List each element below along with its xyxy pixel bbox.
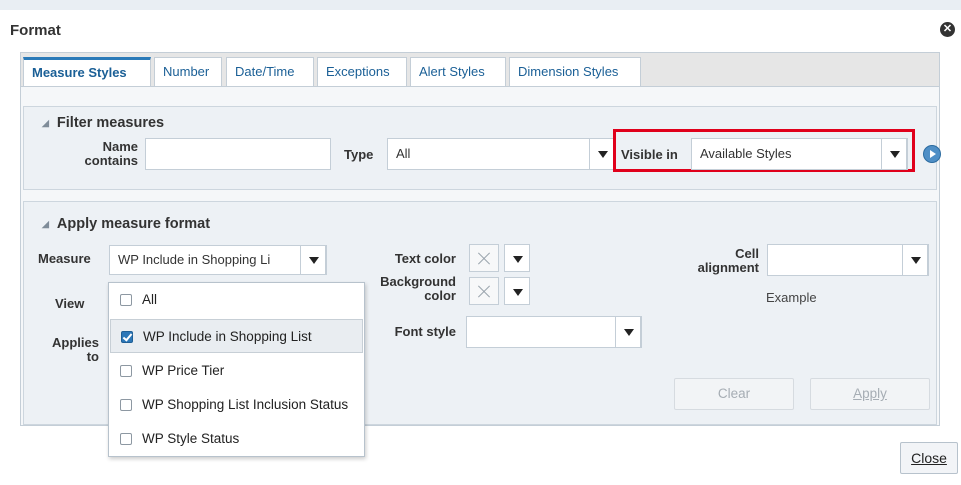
applies-label-line2: to: [86, 349, 99, 364]
tab-alert-styles[interactable]: Alert Styles: [410, 57, 506, 87]
chevron-down-icon[interactable]: [504, 277, 530, 305]
measure-option-style-status[interactable]: WP Style Status: [110, 422, 363, 456]
chevron-down-icon[interactable]: [504, 244, 530, 272]
visible-in-value: Available Styles: [700, 146, 792, 161]
visible-in-label: Visible in: [621, 147, 678, 162]
apply-heading-row[interactable]: ◢ Apply measure format: [42, 216, 210, 232]
option-label: WP Price Tier: [142, 363, 225, 378]
measure-value: WP Include in Shopping Li: [118, 252, 271, 267]
chevron-down-icon[interactable]: [902, 244, 928, 276]
measure-option-shopping-list-inclusion[interactable]: WP Shopping List Inclusion Status: [110, 388, 363, 422]
font-style-select[interactable]: [466, 316, 642, 348]
measure-option-all[interactable]: All: [110, 283, 363, 317]
bg-label-line1: Background: [380, 274, 456, 289]
type-label: Type: [344, 147, 374, 162]
chevron-down-icon[interactable]: [615, 316, 641, 348]
name-contains-label: Name contains: [74, 140, 138, 168]
measure-label: Measure: [38, 251, 91, 266]
top-strip: [0, 0, 961, 10]
text-color-label: Text color: [394, 251, 456, 266]
option-label: WP Include in Shopping List: [143, 329, 312, 344]
tab-bar: Measure Styles Number Date/Time Exceptio…: [20, 52, 940, 87]
cell-label-line1: Cell: [735, 246, 759, 261]
tab-dimension-styles[interactable]: Dimension Styles: [509, 57, 641, 87]
measure-select[interactable]: WP Include in Shopping Li: [109, 245, 327, 275]
applies-label-line1: Applies: [52, 335, 99, 350]
checkbox[interactable]: [120, 294, 132, 306]
background-color-swatch[interactable]: [469, 277, 499, 305]
chevron-down-icon[interactable]: [589, 138, 615, 170]
play-circle-icon[interactable]: [923, 145, 941, 163]
background-color-label: Background color: [368, 275, 456, 303]
tab-number[interactable]: Number: [154, 57, 222, 87]
text-color-swatch[interactable]: [469, 244, 499, 272]
font-style-label: Font style: [394, 324, 456, 339]
name-label-line1: Name: [102, 139, 138, 154]
dialog-title: Format: [10, 22, 61, 39]
filter-heading-row[interactable]: ◢ Filter measures: [42, 115, 164, 131]
measure-dropdown-list: All WP Include in Shopping List WP Price…: [108, 282, 365, 457]
example-label: Example: [766, 290, 817, 305]
option-label: All: [142, 292, 158, 307]
option-label: WP Style Status: [142, 431, 240, 446]
close-button-label: Close: [911, 450, 947, 466]
dialog-titlebar: Format ✕: [0, 10, 961, 48]
cell-alignment-select[interactable]: [767, 244, 929, 276]
checkbox[interactable]: [120, 399, 132, 411]
tab-exceptions[interactable]: Exceptions: [317, 57, 407, 87]
filter-heading: Filter measures: [56, 115, 165, 131]
name-contains-input[interactable]: [145, 138, 331, 170]
apply-button-label: Apply: [853, 386, 887, 401]
close-icon[interactable]: ✕: [940, 22, 955, 37]
name-label-line2: contains: [84, 153, 138, 168]
applies-to-label: Applies to: [44, 336, 99, 364]
bg-label-line2: color: [424, 288, 456, 303]
view-label: View: [55, 296, 85, 311]
cell-alignment-label: Cell alignment: [679, 247, 759, 275]
checkbox-checked[interactable]: [121, 331, 133, 343]
close-button[interactable]: Close: [900, 442, 958, 474]
cell-label-line2: alignment: [697, 260, 759, 275]
option-label: WP Shopping List Inclusion Status: [142, 397, 349, 412]
type-select[interactable]: All: [387, 138, 616, 170]
apply-heading: Apply measure format: [56, 216, 211, 232]
tab-measure-styles[interactable]: Measure Styles: [23, 57, 151, 87]
filter-measures-panel: ◢ Filter measures Name contains Type All …: [23, 106, 941, 190]
measure-option-include-shopping-list[interactable]: WP Include in Shopping List: [110, 319, 363, 353]
chevron-down-icon[interactable]: [881, 138, 907, 170]
triangle-down-icon[interactable]: ◢: [42, 118, 49, 129]
clear-button[interactable]: Clear: [674, 378, 794, 410]
type-value: All: [396, 146, 411, 161]
measure-option-price-tier[interactable]: WP Price Tier: [110, 354, 363, 388]
triangle-down-icon[interactable]: ◢: [42, 219, 49, 230]
checkbox[interactable]: [120, 365, 132, 377]
apply-button[interactable]: Apply: [810, 378, 930, 410]
visible-in-select[interactable]: Available Styles: [691, 138, 908, 170]
checkbox[interactable]: [120, 433, 132, 445]
chevron-down-icon[interactable]: [300, 245, 326, 275]
tab-date-time[interactable]: Date/Time: [226, 57, 314, 87]
